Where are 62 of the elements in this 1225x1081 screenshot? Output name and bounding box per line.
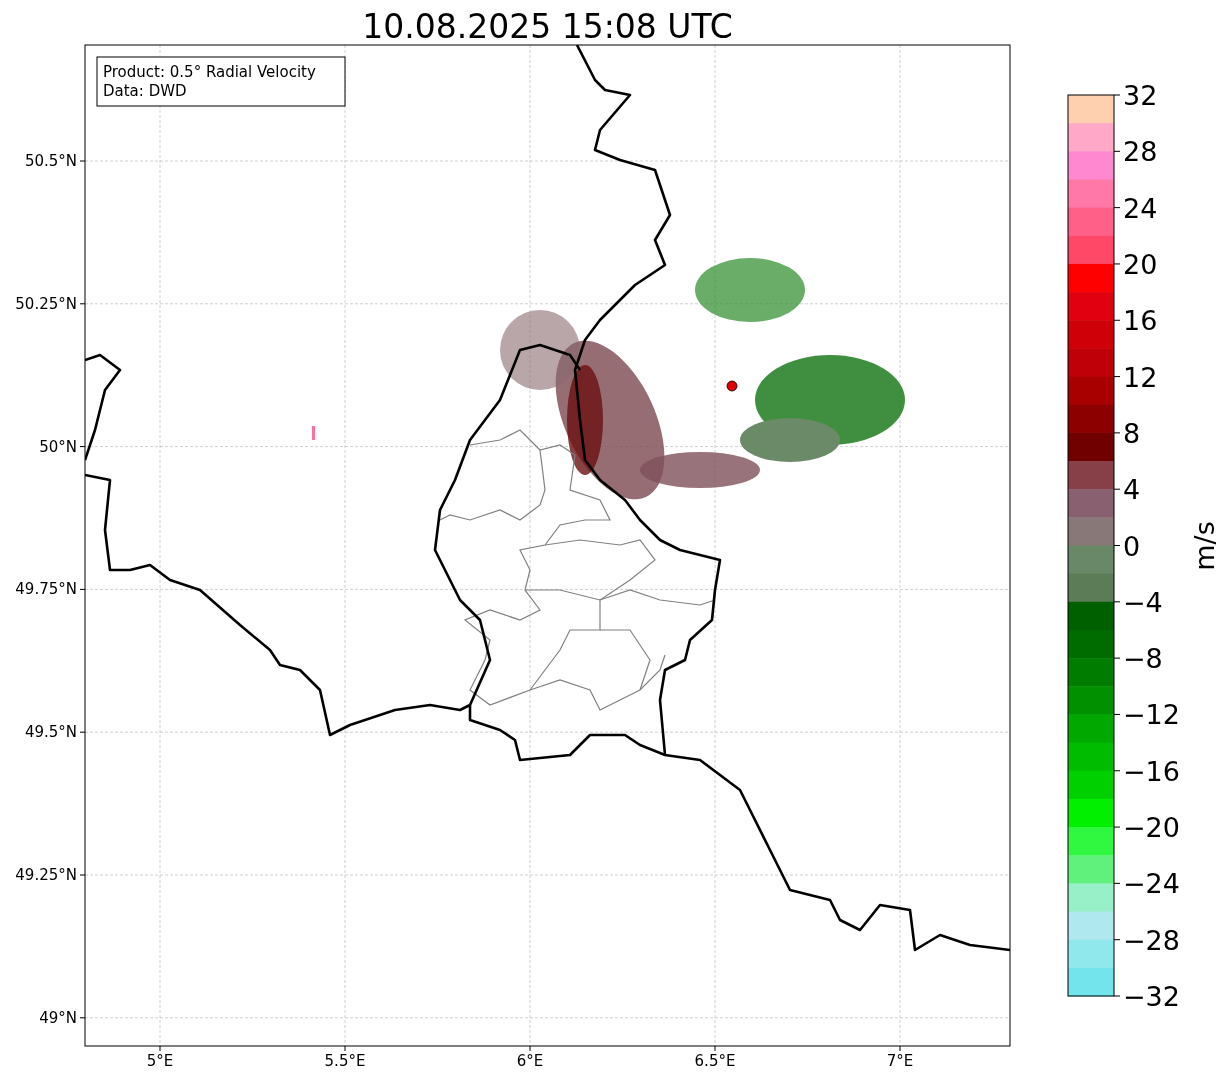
tick-mark [1113, 545, 1121, 546]
tick-mark [79, 446, 86, 448]
tick-mark [79, 731, 86, 733]
colorbar-tick-label: 4 [1123, 474, 1141, 506]
colorbar-tick-label: −4 [1123, 586, 1163, 618]
colorbar-tick-label: 12 [1123, 361, 1158, 393]
tick-mark [1113, 319, 1121, 321]
tick-mark [1113, 94, 1121, 96]
info-text: Data: DWD [103, 82, 187, 100]
tick-mark [899, 1045, 901, 1052]
tick-mark [1113, 488, 1121, 490]
tick-mark [79, 874, 86, 876]
colorbar-tick-label: 8 [1123, 417, 1141, 449]
tick-mark [79, 588, 86, 590]
colorbar-label: m/s [1189, 521, 1220, 571]
tick-mark [79, 160, 86, 162]
tick-label: 49.25°N [15, 866, 77, 884]
tick-label: 50.25°N [15, 294, 77, 313]
colorbar-tick-label: −8 [1123, 643, 1163, 675]
chart-title: 10.08.2025 15:08 UTC [362, 7, 733, 46]
tick-label: 49°N [39, 1008, 77, 1027]
tick-mark [1113, 432, 1121, 434]
tick-label: 6.5°E [694, 1052, 736, 1070]
tick-mark [159, 1045, 161, 1052]
tick-label: 49.5°N [24, 723, 77, 742]
tick-mark [1113, 770, 1121, 772]
tick-mark [1113, 826, 1121, 828]
tick-mark [1113, 601, 1121, 603]
tick-label: 5.5°E [324, 1052, 366, 1070]
tick-label: 5°E [146, 1052, 174, 1070]
info-text: Product: 0.5° Radial Velocity [103, 63, 316, 81]
colorbar-tick-label: −12 [1123, 699, 1180, 731]
tick-mark [1113, 995, 1121, 997]
colorbar-tick-label: 24 [1123, 192, 1158, 224]
colorbar-tick-label: 20 [1123, 248, 1158, 280]
tick-mark [1113, 207, 1121, 209]
colorbar-tick-label: 32 [1123, 80, 1158, 111]
colorbar-tick-label: 16 [1123, 305, 1158, 337]
colorbar-tick-label: 0 [1123, 530, 1141, 562]
tick-mark [344, 1045, 346, 1052]
colorbar-tick-label: −28 [1123, 924, 1180, 956]
tick-mark [1113, 263, 1121, 265]
tick-label: 6°E [516, 1052, 544, 1070]
tick-mark [1113, 657, 1121, 659]
tick-mark [1113, 713, 1121, 715]
tick-mark [714, 1045, 716, 1052]
tick-label: 49.75°N [15, 580, 77, 599]
tick-label: 50.5°N [24, 152, 77, 170]
tick-label: 50°N [39, 437, 77, 456]
tick-mark [1113, 939, 1121, 941]
colorbar-tick-label: 28 [1123, 136, 1158, 168]
tick-mark [79, 303, 86, 305]
colorbar-tick-label: −20 [1123, 812, 1180, 844]
tick-label: 7°E [886, 1052, 914, 1070]
tick-mark [79, 1017, 86, 1019]
tick-mark [1113, 150, 1121, 152]
tick-mark [529, 1045, 531, 1052]
colorbar-tick-label: −24 [1123, 868, 1180, 900]
tick-mark [1113, 376, 1121, 378]
colorbar-tick-label: −32 [1123, 981, 1180, 1012]
colorbar-tick-label: −16 [1123, 755, 1180, 787]
tick-mark [1113, 882, 1121, 884]
